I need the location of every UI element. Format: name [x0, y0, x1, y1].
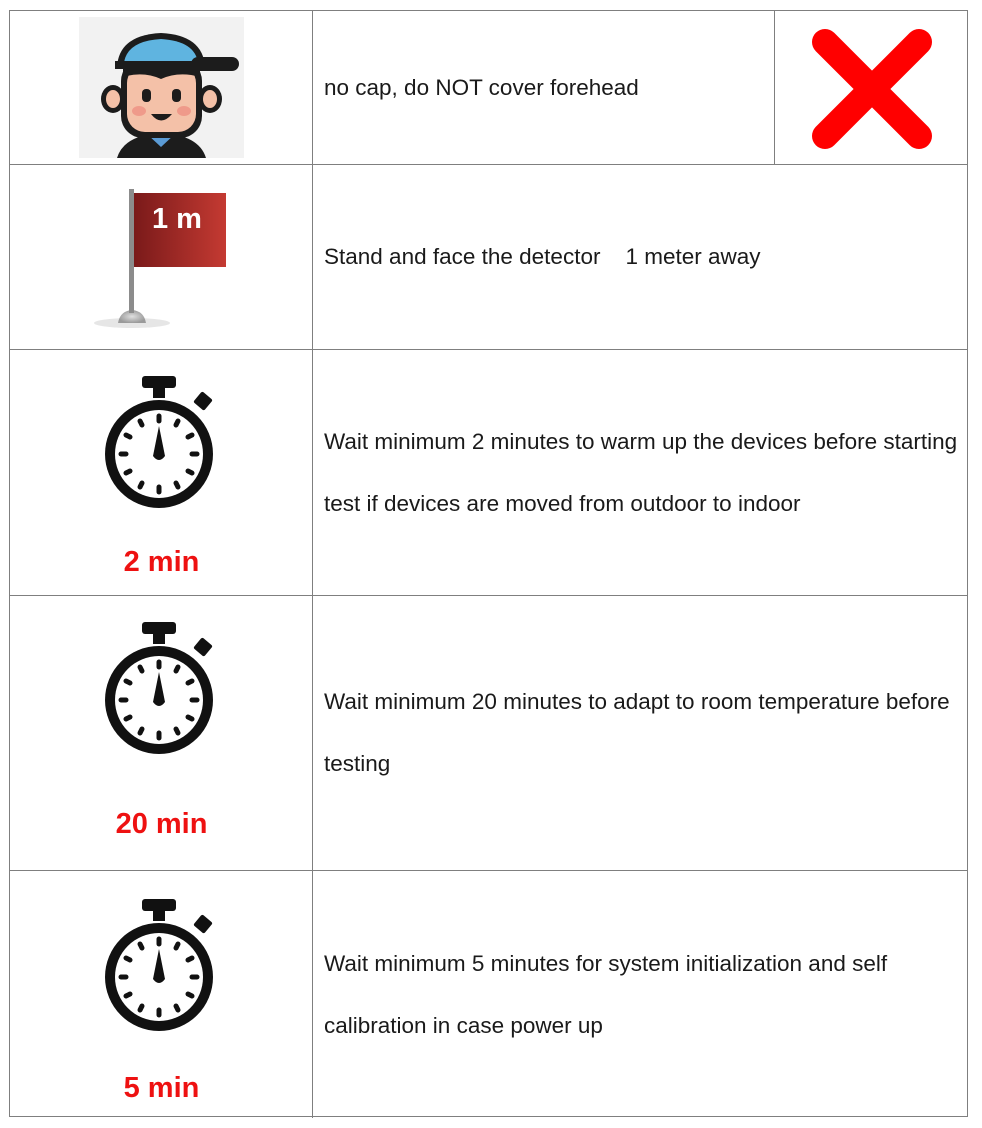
table-row: 1 m Stand and face the detector 1 meter … [10, 165, 967, 350]
time-label: 2 min [123, 546, 200, 578]
instruction-cell: Stand and face the detector 1 meter away [313, 165, 967, 349]
instruction-cell: no cap, do NOT cover forehead [313, 11, 774, 164]
table-row: 2 min Wait minimum 2 minutes to warm up … [10, 350, 967, 596]
mark-cell [774, 11, 967, 164]
instruction-text: Stand and face the detector 1 meter away [324, 244, 761, 269]
instruction-text: Wait minimum 5 minutes for system initia… [324, 950, 888, 1038]
red-x-icon [812, 29, 932, 149]
stopwatch-icon [84, 372, 224, 512]
table-row: no cap, do NOT cover forehead [10, 11, 967, 165]
instruction-text: Wait minimum 2 minutes to warm up the de… [324, 428, 958, 516]
icon-cell [10, 11, 313, 164]
icon-cell: 20 min [10, 596, 313, 870]
stopwatch-icon [84, 618, 224, 758]
icon-cell: 1 m [10, 165, 313, 349]
flag-label: 1 m [152, 203, 202, 235]
time-label: 20 min [115, 808, 208, 840]
icon-cell: 5 min [10, 871, 313, 1118]
icon-cell: 2 min [10, 350, 313, 595]
table-row: 20 min Wait minimum 20 minutes to adapt … [10, 596, 967, 871]
instructions-table: no cap, do NOT cover forehead 1 m Stand … [9, 10, 968, 1118]
instruction-cell: Wait minimum 20 minutes to adapt to room… [313, 596, 967, 870]
instruction-cell: Wait minimum 2 minutes to warm up the de… [313, 350, 967, 595]
time-label: 5 min [123, 1072, 200, 1104]
instruction-text: no cap, do NOT cover forehead [324, 74, 639, 100]
table-row: 5 min Wait minimum 5 minutes for system … [10, 871, 967, 1118]
boy-with-cap-icon [79, 17, 244, 158]
instruction-cell: Wait minimum 5 minutes for system initia… [313, 871, 967, 1118]
stopwatch-icon [84, 895, 224, 1035]
instruction-text: Wait minimum 20 minutes to adapt to room… [324, 689, 950, 776]
